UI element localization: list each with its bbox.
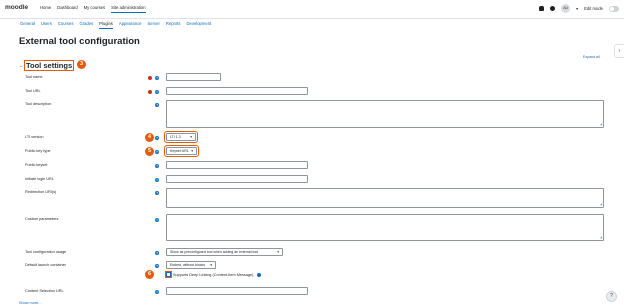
help-icon[interactable]: ? — [155, 136, 159, 140]
field-default-launch-container: Default launch container ? Embed, withou… — [0, 261, 624, 273]
avatar[interactable]: AU — [561, 4, 571, 13]
resize-handle-icon[interactable]: ◢ — [600, 202, 602, 206]
field-label: Custom parameters — [25, 217, 59, 221]
user-menu-area: AU ▾ Edit mode — [539, 4, 619, 13]
help-button-question-icon[interactable]: ? — [606, 291, 617, 302]
resize-handle-icon[interactable]: ◢ — [600, 235, 602, 239]
section-title-tool-settings[interactable]: Tool settings — [24, 60, 75, 71]
help-icon[interactable]: ? — [155, 76, 159, 80]
chevron-down-icon[interactable]: ⌄ — [19, 63, 23, 69]
nav-dashboard[interactable]: Dashboard — [57, 5, 78, 13]
field-label: Public key type — [25, 149, 51, 153]
field-tool-url: Tool URL ? — [0, 87, 624, 99]
required-icon — [148, 76, 152, 80]
help-icon[interactable]: ? — [155, 218, 159, 222]
tab-courses[interactable]: Courses — [58, 21, 74, 29]
field-initiate-login-url: Initiate login URL ? — [0, 175, 624, 187]
field-label: Content Selection URL — [25, 289, 64, 293]
help-icon[interactable]: ? — [155, 264, 159, 268]
nav-site-administration[interactable]: Site administration — [111, 5, 146, 13]
tool-url-input[interactable] — [166, 87, 308, 95]
help-icon[interactable]: ? — [155, 178, 159, 182]
content-selection-url-input[interactable] — [166, 287, 308, 295]
tab-appearance[interactable]: Appearance — [119, 21, 142, 29]
field-tool-name: Tool name ? — [0, 73, 624, 85]
tab-development[interactable]: Development — [187, 21, 212, 29]
public-key-type-select[interactable]: Keyset URL ▾ — [164, 145, 199, 157]
chevron-down-icon: ▾ — [277, 250, 279, 254]
help-icon[interactable]: ? — [155, 191, 159, 195]
field-label: LTI version — [25, 135, 44, 139]
lti-version-select[interactable]: LTI 1.3 ▾ — [164, 131, 198, 143]
help-icon[interactable]: ? — [155, 90, 159, 94]
field-label: Default launch container — [25, 263, 66, 267]
field-label: Tool name — [25, 75, 43, 79]
tool-description-textarea[interactable]: ◢ — [166, 100, 604, 128]
moodle-logo[interactable]: moodle — [5, 4, 28, 11]
deep-linking-label[interactable]: Supports Deep Linking (Content-Item Mess… — [173, 273, 253, 277]
field-tool-configuration-usage: Tool configuration usage ? Show as preco… — [0, 248, 624, 260]
secondary-nav: General Users Courses Grades Plugins App… — [20, 21, 211, 29]
help-icon[interactable]: ? — [155, 103, 159, 107]
expand-all-link[interactable]: Expand all — [583, 55, 600, 59]
tab-server[interactable]: Server — [148, 21, 160, 29]
field-label: Tool URL — [25, 89, 41, 93]
select-value: Keyset URL — [170, 149, 189, 153]
callout-badge: 3 — [77, 60, 86, 69]
messages-chat-icon[interactable] — [550, 6, 556, 11]
nav-home[interactable]: Home — [40, 5, 51, 13]
help-icon[interactable]: ? — [155, 150, 159, 154]
show-more-link[interactable]: Show more... — [19, 301, 41, 305]
resize-handle-icon[interactable]: ◢ — [600, 122, 602, 126]
select-value: Show as preconfigured tool when adding a… — [170, 250, 259, 254]
required-icon — [148, 90, 152, 94]
deep-linking-row: Supports Deep Linking (Content-Item Mess… — [165, 271, 262, 278]
tab-plugins[interactable]: Plugins — [99, 21, 113, 29]
default-launch-container-select[interactable]: Embed, without blocks ▾ — [166, 261, 216, 269]
chevron-down-icon[interactable]: ▾ — [576, 6, 578, 11]
page-title: External tool configuration — [19, 36, 140, 47]
callout-badge: 4 — [145, 133, 154, 142]
select-value: LTI 1.3 — [170, 135, 181, 139]
tab-grades[interactable]: Grades — [79, 21, 93, 29]
chevron-down-icon: ▾ — [191, 149, 193, 153]
help-icon[interactable]: ? — [155, 164, 159, 168]
callout-badge: 5 — [145, 147, 154, 156]
edit-mode-label: Edit mode — [584, 6, 603, 11]
help-icon[interactable]: ? — [155, 251, 159, 255]
public-keyset-input[interactable] — [166, 161, 308, 169]
field-content-selection-url: Content Selection URL ? — [0, 287, 624, 299]
field-label: Initiate login URL — [25, 177, 54, 181]
help-icon[interactable]: ? — [155, 290, 159, 294]
field-lti-version: LTI version 4 ? LTI 1.3 ▾ — [0, 131, 624, 145]
primary-nav: Home Dashboard My courses Site administr… — [40, 5, 146, 13]
field-label: Redirection URI(s) — [25, 190, 57, 194]
tool-configuration-usage-select[interactable]: Show as preconfigured tool when adding a… — [166, 248, 283, 256]
field-label: Tool description — [25, 102, 52, 106]
edit-mode-toggle[interactable] — [609, 5, 619, 12]
notifications-bell-icon[interactable] — [539, 6, 545, 11]
chevron-down-icon: ▾ — [210, 263, 212, 267]
tab-general[interactable]: General — [20, 21, 35, 29]
help-icon[interactable] — [257, 272, 262, 277]
custom-parameters-textarea[interactable]: ◢ — [166, 214, 604, 241]
field-label: Tool configuration usage — [25, 250, 67, 254]
nav-my-courses[interactable]: My courses — [84, 5, 105, 13]
select-value: Embed, without blocks — [170, 263, 206, 267]
open-drawer-chevron-left-icon[interactable]: ‹ — [614, 44, 624, 58]
chevron-down-icon: ▾ — [190, 135, 192, 139]
field-public-keyset: Public keyset ? — [0, 161, 624, 173]
field-label: Public keyset — [25, 163, 48, 167]
initiate-login-url-input[interactable] — [166, 175, 308, 183]
redirection-uris-textarea[interactable]: ◢ — [166, 188, 604, 208]
tool-name-input[interactable] — [166, 73, 221, 81]
deep-linking-checkbox[interactable] — [165, 271, 172, 278]
tab-reports[interactable]: Reports — [166, 21, 181, 29]
field-public-key-type: Public key type 5 ? Keyset URL ▾ — [0, 145, 624, 159]
top-navbar: moodle Home Dashboard My courses Site ad… — [0, 0, 624, 19]
tab-users[interactable]: Users — [41, 21, 52, 29]
callout-badge: 6 — [145, 270, 154, 279]
